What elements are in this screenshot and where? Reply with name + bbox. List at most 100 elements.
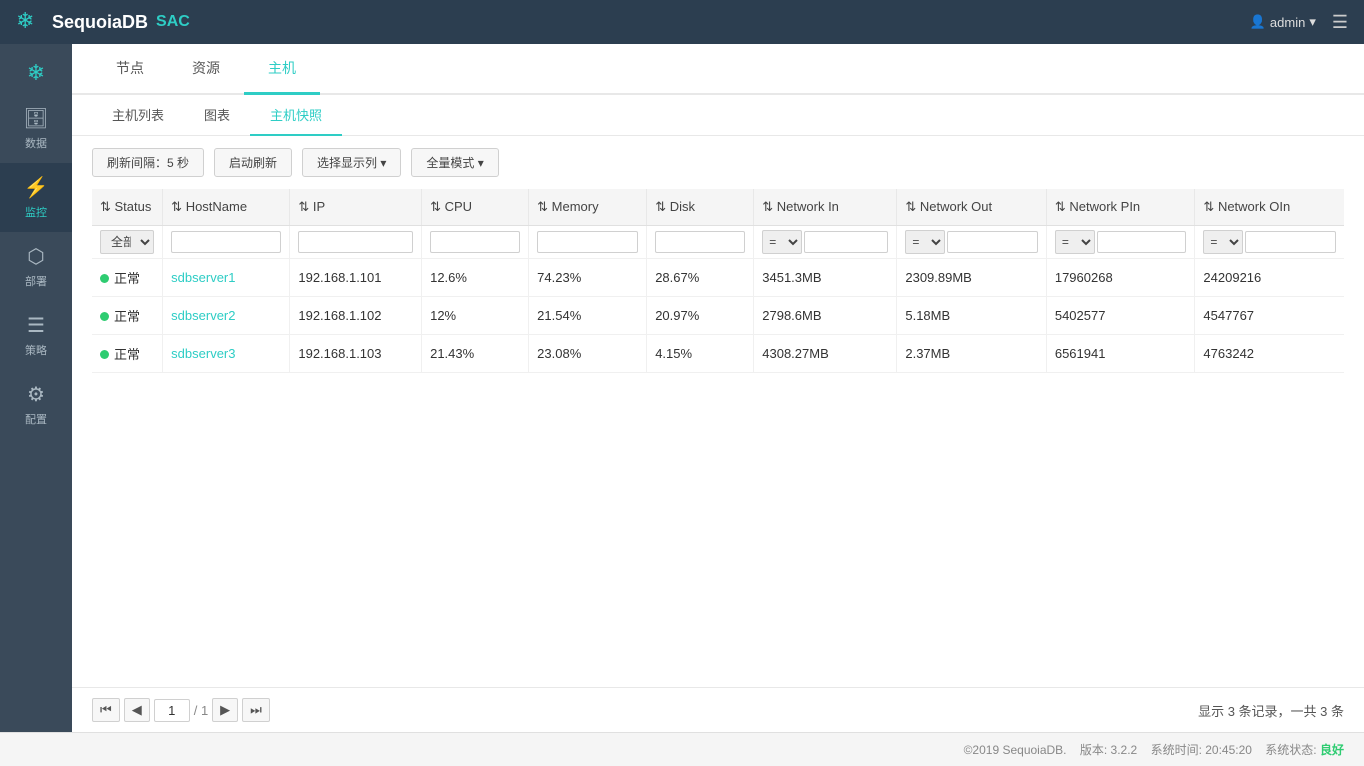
subtab-host-snapshot[interactable]: 主机快照 [250, 95, 342, 136]
col-header-network-oin[interactable]: ⇅ Network OIn [1195, 189, 1344, 226]
network-in-filter-input[interactable] [804, 231, 888, 253]
table-container: ⇅ Status ⇅ HostName ⇅ IP ⇅ [72, 189, 1364, 687]
table-header-row: ⇅ Status ⇅ HostName ⇅ IP ⇅ [92, 189, 1344, 226]
hostname-link[interactable]: sdbserver1 [171, 270, 235, 285]
current-page[interactable]: 1 [154, 699, 190, 722]
config-icon: ⚙ [27, 382, 45, 407]
sidebar-item-config[interactable]: ⚙ 配置 [0, 370, 72, 439]
col-header-hostname[interactable]: ⇅ HostName [163, 189, 290, 226]
filter-status[interactable]: 全部 正常 异常 [92, 226, 163, 259]
top-nav: ❄ SequoiaDB SAC 👤 admin ▾ ☰ [0, 0, 1364, 44]
user-menu[interactable]: 👤 admin ▾ [1250, 14, 1316, 30]
col-header-network-pin[interactable]: ⇅ Network PIn [1046, 189, 1195, 226]
network-pin-filter-input[interactable] [1097, 231, 1187, 253]
cell-ip: 192.168.1.101 [290, 259, 422, 297]
cell-ip: 192.168.1.103 [290, 335, 422, 373]
sidebar-item-strategy[interactable]: ☰ 策略 [0, 301, 72, 370]
cell-cpu: 21.43% [422, 335, 529, 373]
footer-status-label: 系统状态: [1265, 743, 1316, 757]
subtab-charts[interactable]: 图表 [184, 95, 250, 136]
network-oin-eq-select[interactable]: =><>=<= [1203, 230, 1243, 254]
col-header-network-in[interactable]: ⇅ Network In [754, 189, 897, 226]
prev-page-button[interactable]: ◀ [124, 698, 150, 722]
status-filter-select[interactable]: 全部 正常 异常 [100, 230, 154, 254]
strategy-icon: ☰ [27, 313, 45, 338]
filter-cpu[interactable] [422, 226, 529, 259]
hostname-link[interactable]: sdbserver3 [171, 346, 235, 361]
cell-network-pin: 6561941 [1046, 335, 1195, 373]
network-in-eq-select[interactable]: =><>=<= [762, 230, 802, 254]
col-header-ip[interactable]: ⇅ IP [290, 189, 422, 226]
col-header-network-out[interactable]: ⇅ Network Out [897, 189, 1046, 226]
full-mode-button[interactable]: 全量模式 ▾ [411, 148, 498, 177]
brand-name: SequoiaDB [52, 12, 148, 33]
cell-network-out: 5.18MB [897, 297, 1046, 335]
next-page-button[interactable]: ▶ [212, 698, 238, 722]
page-separator: / 1 [194, 703, 208, 718]
sidebar-label-config: 配置 [25, 411, 47, 427]
footer-status-value: 良好 [1320, 743, 1344, 757]
content-area: 节点 资源 主机 主机列表 图表 主机快照 刷新间隔：5 秒 启动刷新 [72, 44, 1364, 732]
cell-network-in: 4308.27MB [754, 335, 897, 373]
table-row: 正常sdbserver1192.168.1.10112.6%74.23%28.6… [92, 259, 1344, 297]
last-page-button[interactable]: ⏭ [242, 698, 270, 722]
memory-filter-input[interactable] [537, 231, 638, 253]
disk-filter-input[interactable] [655, 231, 745, 253]
filter-network-oin[interactable]: =><>=<= [1195, 226, 1344, 259]
hostname-filter-input[interactable] [171, 231, 281, 253]
cell-memory: 21.54% [529, 297, 647, 335]
tab-resources[interactable]: 资源 [168, 44, 244, 95]
sidebar-item-monitor[interactable]: ⚡ 监控 [0, 163, 72, 232]
cell-hostname[interactable]: sdbserver1 [163, 259, 290, 297]
hostname-link[interactable]: sdbserver2 [171, 308, 235, 323]
col-header-disk[interactable]: ⇅ Disk [647, 189, 754, 226]
user-dropdown-icon: ▾ [1309, 14, 1316, 30]
cell-cpu: 12% [422, 297, 529, 335]
cpu-filter-input[interactable] [430, 231, 520, 253]
col-header-status[interactable]: ⇅ Status [92, 189, 163, 226]
filter-network-out[interactable]: =><>=<= [897, 226, 1046, 259]
col-header-memory[interactable]: ⇅ Memory [529, 189, 647, 226]
filter-disk[interactable] [647, 226, 754, 259]
network-out-filter-input[interactable] [947, 231, 1037, 253]
cell-hostname[interactable]: sdbserver3 [163, 335, 290, 373]
footer-version: 版本: 3.2.2 [1080, 743, 1137, 757]
host-snapshot-table: ⇅ Status ⇅ HostName ⇅ IP ⇅ [92, 189, 1344, 373]
sidebar-label-deploy: 部署 [25, 273, 47, 289]
filter-network-pin[interactable]: =><>=<= [1046, 226, 1195, 259]
table-row: 正常sdbserver3192.168.1.10321.43%23.08%4.1… [92, 335, 1344, 373]
sidebar-item-deploy[interactable]: ⬡ 部署 [0, 232, 72, 301]
start-refresh-button[interactable]: 启动刷新 [214, 148, 292, 177]
refresh-interval-button[interactable]: 刷新间隔：5 秒 [92, 148, 204, 177]
cell-status: 正常 [92, 297, 163, 335]
subtab-host-list[interactable]: 主机列表 [92, 95, 184, 136]
network-oin-filter-input[interactable] [1245, 231, 1336, 253]
username: admin [1270, 15, 1305, 30]
filter-network-in[interactable]: =><>=<= [754, 226, 897, 259]
tab-hosts[interactable]: 主机 [244, 44, 320, 95]
filter-hostname[interactable] [163, 226, 290, 259]
sidebar-label-strategy: 策略 [25, 342, 47, 358]
status-dot [100, 312, 109, 321]
filter-memory[interactable] [529, 226, 647, 259]
cell-hostname[interactable]: sdbserver2 [163, 297, 290, 335]
first-page-button[interactable]: ⏮ [92, 698, 120, 722]
filter-ip[interactable] [290, 226, 422, 259]
sub-tabs: 主机列表 图表 主机快照 [72, 95, 1364, 136]
network-pin-eq-select[interactable]: =><>=<= [1055, 230, 1095, 254]
cell-network-pin: 5402577 [1046, 297, 1195, 335]
cell-network-in: 2798.6MB [754, 297, 897, 335]
footer: ©2019 SequoiaDB. 版本: 3.2.2 系统时间: 20:45:2… [0, 732, 1364, 766]
sidebar-item-data[interactable]: 🗄 数据 [0, 94, 72, 163]
hamburger-icon[interactable]: ☰ [1332, 12, 1348, 33]
network-out-eq-select[interactable]: =><>=<= [905, 230, 945, 254]
ip-filter-input[interactable] [298, 231, 413, 253]
pagination-bar: ⏮ ◀ 1 / 1 ▶ ⏭ 显示 3 条记录，一共 3 条 [72, 687, 1364, 732]
select-columns-button[interactable]: 选择显示列 ▾ [302, 148, 401, 177]
top-tabs: 节点 资源 主机 [72, 44, 1364, 95]
sidebar: ❄ 🗄 数据 ⚡ 监控 ⬡ 部署 ☰ 策略 ⚙ 配置 [0, 44, 72, 732]
col-header-cpu[interactable]: ⇅ CPU [422, 189, 529, 226]
tab-nodes[interactable]: 节点 [92, 44, 168, 95]
logo-icon: ❄ [16, 8, 44, 36]
pagination-nav: ⏮ ◀ 1 / 1 ▶ ⏭ [92, 698, 270, 722]
